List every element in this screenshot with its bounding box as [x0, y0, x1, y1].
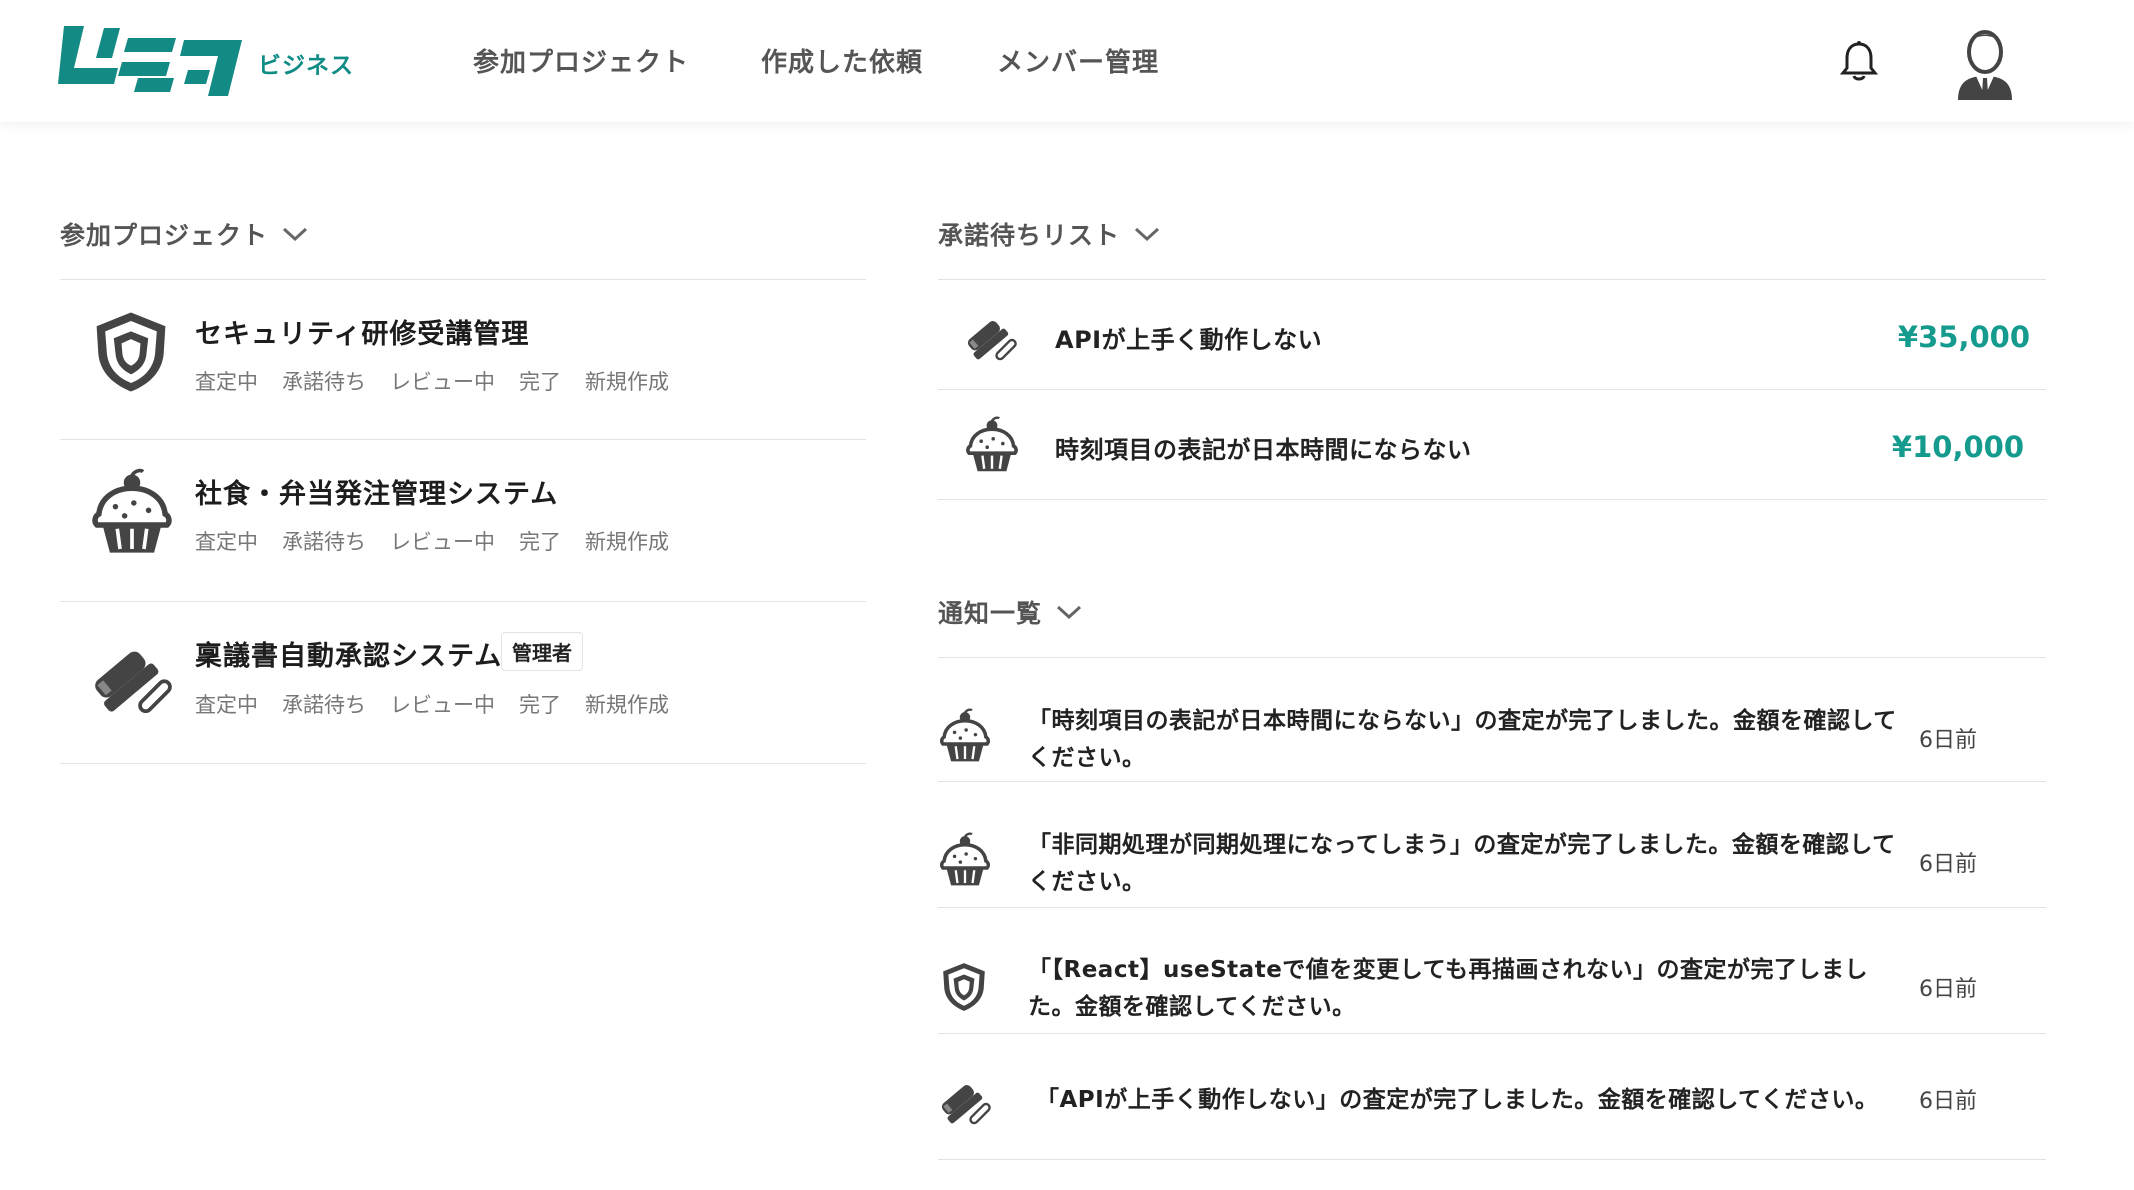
project-title: セキュリティ研修受講管理: [195, 319, 530, 350]
pending-title: 時刻項目の表記が日本時間にならない: [1055, 436, 1472, 464]
app-logo[interactable]: [58, 18, 248, 98]
divider: [938, 657, 2046, 658]
shield-icon: [938, 958, 990, 1016]
status-done[interactable]: 完了: [519, 526, 561, 556]
project-title: 社食・弁当発注管理システム: [195, 479, 559, 510]
notification-time: 6日前: [1919, 1089, 1977, 1114]
project-title: 稟議書自動承認システム: [195, 641, 503, 672]
status-assessing[interactable]: 査定中: [195, 526, 258, 556]
status-awaiting[interactable]: 承諾待ち: [282, 526, 366, 556]
status-new[interactable]: 新規作成: [585, 689, 669, 719]
chevron-down-icon: [1135, 227, 1160, 242]
shield-icon: [88, 306, 174, 398]
stamp-pen-icon: [86, 628, 180, 722]
cupcake-icon: [936, 832, 994, 890]
cupcake-icon: [936, 708, 994, 766]
notifications-section-title: 通知一覧: [938, 599, 1043, 628]
status-reviewing[interactable]: レビュー中: [390, 689, 495, 719]
status-reviewing[interactable]: レビュー中: [390, 366, 495, 396]
chevron-down-icon: [283, 227, 308, 242]
notification-text: 「非同期処理が同期処理になってしまう」の査定が完了しました。金額を確認してくださ…: [1028, 832, 1896, 895]
notification-time: 6日前: [1919, 977, 1977, 1002]
divider: [60, 439, 866, 440]
pending-amount: ¥10,000: [1891, 430, 2024, 464]
status-assessing[interactable]: 査定中: [195, 366, 258, 396]
pending-section-toggle[interactable]: 承諾待ちリスト: [938, 216, 1160, 252]
notification-time: 6日前: [1919, 852, 1977, 877]
divider: [60, 279, 866, 280]
divider: [938, 389, 2046, 390]
status-assessing[interactable]: 査定中: [195, 689, 258, 719]
pending-amount: ¥35,000: [1897, 320, 2030, 354]
chevron-down-icon: [1057, 605, 1082, 620]
nav-projects[interactable]: 参加プロジェクト: [473, 42, 689, 79]
user-avatar-icon[interactable]: [1950, 22, 2020, 100]
divider: [938, 1159, 2046, 1160]
nav-requests[interactable]: 作成した依頼: [761, 42, 923, 79]
notification-text: 「時刻項目の表記が日本時間にならない」の査定が完了しました。金額を確認してくださ…: [1028, 708, 1897, 771]
pending-section-title: 承諾待ちリスト: [938, 221, 1121, 250]
project-status-links: 査定中 承諾待ち レビュー中 完了 新規作成: [195, 689, 669, 719]
cupcake-icon: [962, 416, 1022, 476]
stamp-pen-icon: [962, 306, 1022, 366]
projects-section-title: 参加プロジェクト: [60, 221, 269, 250]
projects-section-toggle[interactable]: 参加プロジェクト: [60, 216, 308, 252]
divider: [938, 907, 2046, 908]
logo-subtitle: ビジネス: [258, 53, 354, 79]
bell-icon[interactable]: [1840, 40, 1878, 82]
notification-text: 「APIが上手く動作しない」の査定が完了しました。金額を確認してください。: [1036, 1087, 1879, 1113]
status-done[interactable]: 完了: [519, 366, 561, 396]
divider: [938, 1033, 2046, 1034]
pending-title: APIが上手く動作しない: [1055, 326, 1323, 354]
status-new[interactable]: 新規作成: [585, 366, 669, 396]
divider: [938, 499, 2046, 500]
divider: [60, 601, 866, 602]
stamp-pen-icon: [936, 1070, 996, 1130]
status-awaiting[interactable]: 承諾待ち: [282, 366, 366, 396]
project-status-links: 査定中 承諾待ち レビュー中 完了 新規作成: [195, 366, 669, 396]
divider: [60, 763, 866, 764]
status-done[interactable]: 完了: [519, 689, 561, 719]
notification-text: 「【React】useStateで値を変更しても再描画されない」の査定が完了しま…: [1028, 957, 1868, 1020]
top-header: ビジネス 参加プロジェクト 作成した依頼 メンバー管理: [0, 0, 2134, 122]
cupcake-icon: [86, 468, 178, 560]
project-status-links: 査定中 承諾待ち レビュー中 完了 新規作成: [195, 526, 669, 556]
admin-badge: 管理者: [501, 632, 583, 671]
status-reviewing[interactable]: レビュー中: [390, 526, 495, 556]
status-new[interactable]: 新規作成: [585, 526, 669, 556]
nav-members[interactable]: メンバー管理: [997, 42, 1159, 79]
status-awaiting[interactable]: 承諾待ち: [282, 689, 366, 719]
notifications-section-toggle[interactable]: 通知一覧: [938, 594, 1082, 630]
divider: [938, 781, 2046, 782]
notification-time: 6日前: [1919, 728, 1977, 753]
divider: [938, 279, 2046, 280]
